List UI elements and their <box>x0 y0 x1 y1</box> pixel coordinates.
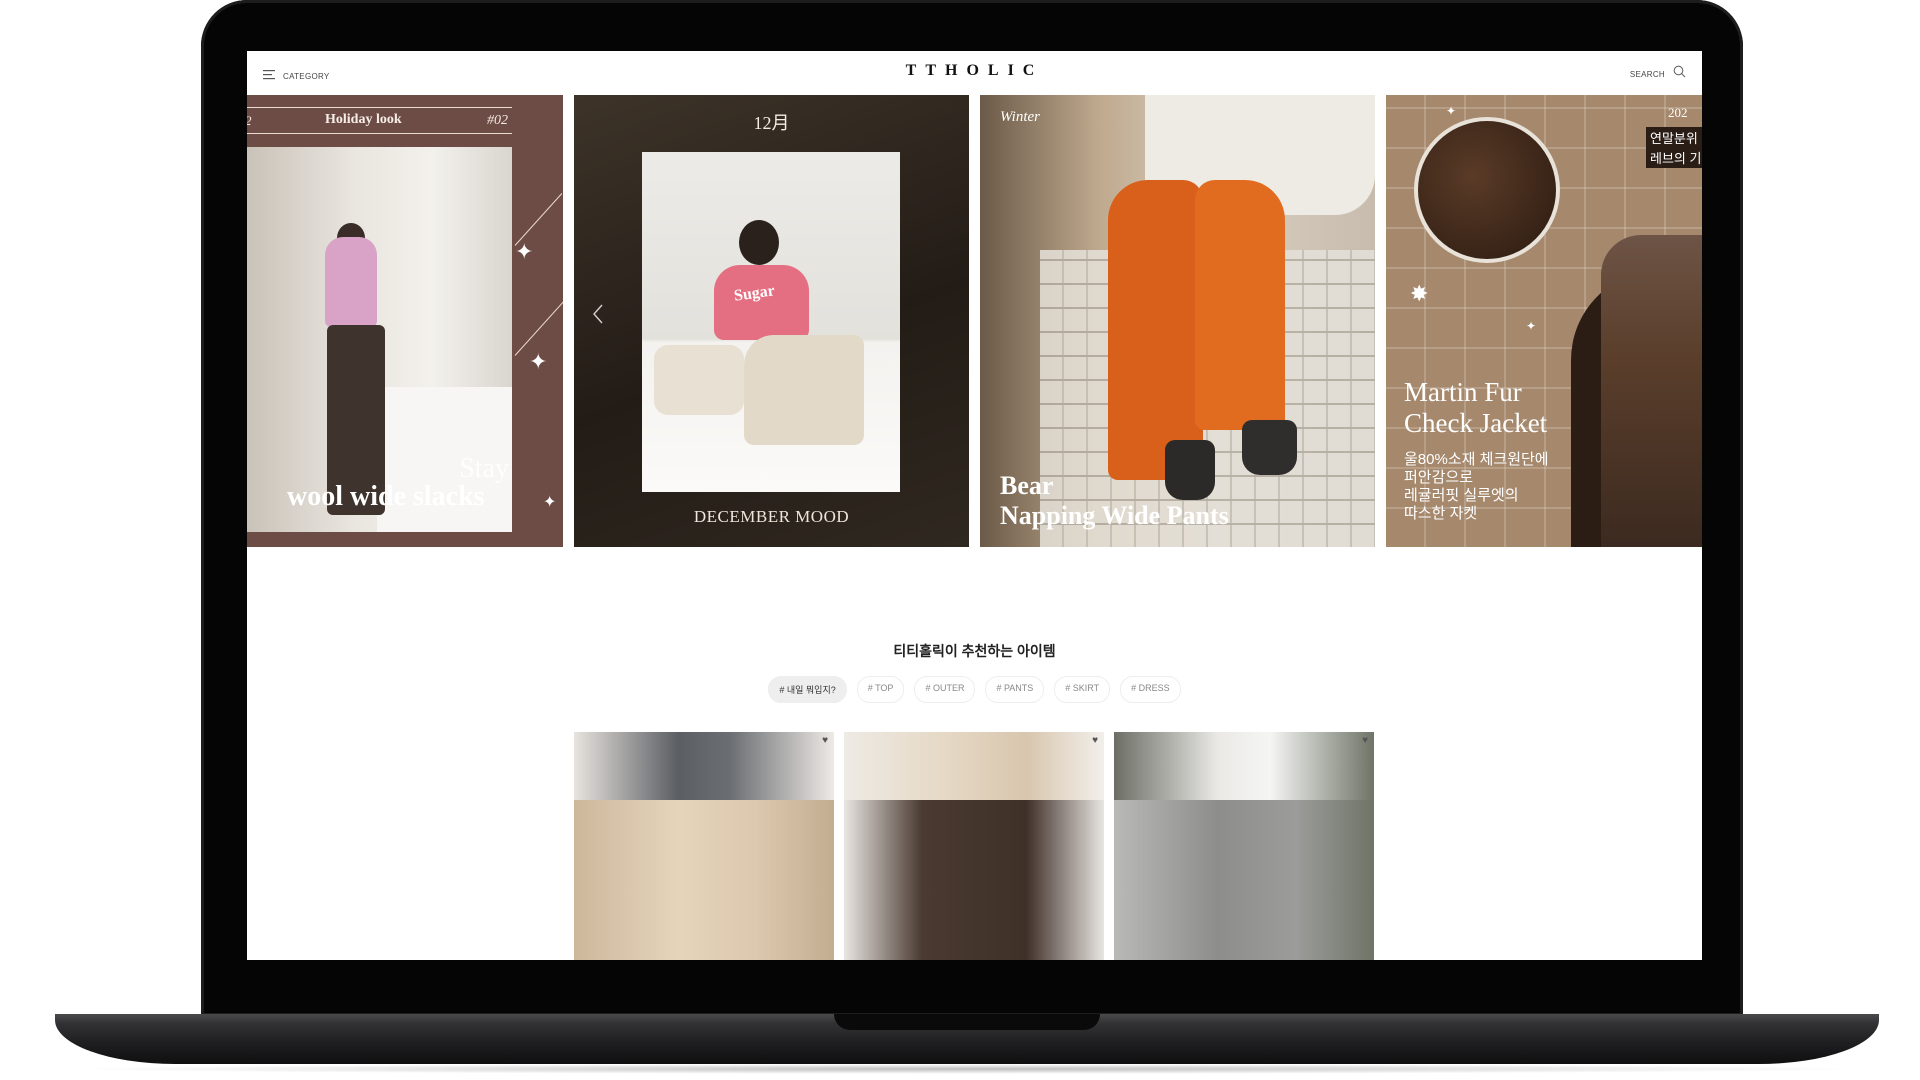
product-image-top <box>844 732 1104 800</box>
main-banner-carousel: 2 Holiday look #02 ✦ ✦ ✦ Stay wool wide … <box>247 95 1702 547</box>
slide-copy: Check Jacket <box>1404 408 1548 438</box>
slide-number: #02 <box>487 113 508 128</box>
section-title: 티티홀릭이 추천하는 아이템 <box>893 643 1056 659</box>
description-line: 레귤러핏 실루엣의 <box>1404 487 1519 504</box>
slide-tag-kr: 레브의 기 <box>1646 147 1702 168</box>
model-pants-right <box>1195 180 1285 430</box>
heart-icon[interactable]: ♥ <box>822 735 828 746</box>
model-shoe <box>1165 440 1215 500</box>
product-image <box>844 800 1104 960</box>
tag-what-to-wear[interactable]: # 내일 뭐입지? <box>768 676 847 703</box>
laptop-notch <box>834 1014 1100 1030</box>
slide-year: 202 <box>1668 105 1688 120</box>
sparkle-icon: ✦ <box>543 494 557 511</box>
product-card[interactable]: ♥ <box>574 732 834 960</box>
model-jacket <box>1601 235 1702 547</box>
description-line: 따스한 자켓 <box>1404 505 1478 522</box>
site-header: CATEGORY TTHOLIC SEARCH <box>247 51 1702 95</box>
slide-title: Holiday look <box>325 112 402 127</box>
chevron-left-icon <box>592 304 604 329</box>
slide-caption: DECEMBER MOOD <box>693 507 850 526</box>
sparkle-icon: ✸ <box>1410 281 1429 306</box>
tag-pants[interactable]: # PANTS <box>985 676 1045 703</box>
slide-copy: Napping Wide Pants <box>1000 501 1229 530</box>
browser-screen: CATEGORY TTHOLIC SEARCH 2 Holiday look #… <box>247 51 1702 960</box>
decorative-line <box>514 193 563 246</box>
description-line: 퍼안감으로 <box>1404 469 1474 486</box>
divider <box>247 107 512 108</box>
tote-bag-shape <box>654 345 744 415</box>
hashtag-filter-bar: # 내일 뭐입지? # TOP # OUTER # PANTS # SKIRT … <box>247 676 1702 703</box>
decorative-line <box>514 295 563 356</box>
search-button[interactable]: SEARCH <box>1630 65 1686 83</box>
magnifier-icon <box>1673 65 1686 83</box>
tag-top[interactable]: # TOP <box>856 676 905 703</box>
product-image <box>574 800 834 960</box>
site-logo[interactable]: TTHOLIC <box>247 62 1702 80</box>
model-pants <box>744 335 864 445</box>
tag-skirt[interactable]: # SKIRT <box>1054 676 1111 703</box>
model-sweatshirt <box>714 265 809 340</box>
slide-copy: wool wide slacks <box>287 481 485 512</box>
model-shoe <box>1242 420 1297 475</box>
model-head <box>739 220 779 265</box>
product-image-top <box>1114 732 1374 800</box>
tag-outer[interactable]: # OUTER <box>914 676 976 703</box>
product-image <box>1114 800 1374 960</box>
product-card[interactable]: ♥ <box>844 732 1104 960</box>
heart-icon[interactable]: ♥ <box>1092 735 1098 746</box>
carousel-prev-button[interactable] <box>592 303 604 330</box>
banner-slide-december-mood[interactable]: 12月 Sugar DECEMBER MOOD <box>574 95 969 547</box>
product-grid: ♥ ♥ ♥ <box>574 732 1374 960</box>
search-label: SEARCH <box>1629 69 1665 79</box>
heart-icon[interactable]: ♥ <box>1362 735 1368 746</box>
banner-slide-napping-pants[interactable]: Winter Bear Napping Wide Pants <box>980 95 1375 547</box>
description-line: 울80%소재 체크원단에 <box>1404 451 1549 468</box>
fabric-detail-circle <box>1414 117 1560 263</box>
slide-copy: Bear <box>1000 471 1054 500</box>
product-image-top <box>574 732 834 800</box>
slide-description: 울80%소재 체크원단에 퍼안감으로 레귤러핏 실루엣의 따스한 자켓 <box>1404 451 1574 523</box>
sparkle-icon: ✦ <box>1446 104 1457 118</box>
divider <box>247 133 512 134</box>
banner-slide-wool-slacks[interactable]: 2 Holiday look #02 ✦ ✦ ✦ Stay wool wide … <box>247 95 563 547</box>
slide-month: 12月 <box>753 113 790 133</box>
slide-copy: Martin Fur <box>1404 377 1522 407</box>
sparkle-icon: ✦ <box>515 239 534 264</box>
banner-slide-check-jacket[interactable]: ✸ ✦ ✦ 202 연말분위 레브의 기 Martin Fur Check Ja… <box>1386 95 1702 547</box>
model-top <box>325 237 377 327</box>
sparkle-icon: ✦ <box>1526 319 1537 333</box>
slide-tag: Winter <box>1000 109 1040 125</box>
laptop-shadow <box>60 1064 1874 1074</box>
tag-dress[interactable]: # DRESS <box>1120 676 1181 703</box>
slide-number-fragment: 2 <box>247 113 252 129</box>
sparkle-icon: ✦ <box>529 349 548 374</box>
model-pants-left <box>1108 180 1203 480</box>
slide-tag-kr: 연말분위 <box>1646 127 1702 148</box>
product-card[interactable]: ♥ <box>1114 732 1374 960</box>
